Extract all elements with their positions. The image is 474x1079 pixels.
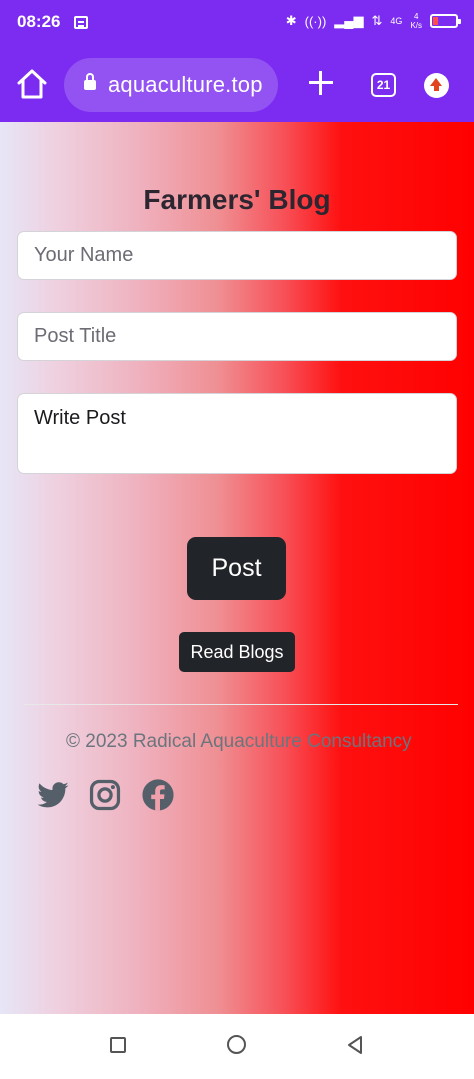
- signal-icon: ▂▄▆: [334, 13, 364, 28]
- address-bar[interactable]: aquaculture.top: [64, 58, 278, 112]
- browser-toolbar: aquaculture.top 21: [0, 56, 474, 114]
- recent-apps-icon[interactable]: [110, 1037, 126, 1053]
- battery-icon: [430, 14, 461, 28]
- net-speed: 4 K/s: [410, 12, 422, 30]
- read-blogs-button[interactable]: Read Blogs: [179, 632, 295, 672]
- home-icon[interactable]: [14, 66, 50, 102]
- facebook-icon[interactable]: [141, 778, 175, 812]
- footer-divider: [24, 704, 458, 705]
- home-nav-icon[interactable]: [227, 1035, 246, 1054]
- new-tab-icon[interactable]: [306, 68, 336, 98]
- network-type: 4G: [390, 16, 403, 26]
- bluetooth-icon: ✱: [285, 13, 297, 28]
- status-bar: 08:26 ✱ ((·)) ▂▄▆ ⇅ 4G 4 K/s: [0, 0, 474, 48]
- url-text: aquaculture.top: [108, 72, 263, 97]
- data-arrows-icon: ⇅: [371, 13, 383, 28]
- page-title: Farmers' Blog: [143, 184, 331, 215]
- post-title-input[interactable]: Post Title: [17, 312, 457, 361]
- back-icon[interactable]: [345, 1035, 365, 1055]
- status-time: 08:26: [17, 12, 61, 31]
- tab-switcher-button[interactable]: 21: [371, 73, 396, 97]
- android-nav-bar: [0, 1014, 474, 1079]
- blog-page: Farmers' Blog Your Name Post Title Write…: [0, 122, 474, 1014]
- hotspot-icon: ((·)): [304, 13, 327, 29]
- message-notification-icon: [74, 16, 88, 29]
- status-icons: ✱ ((·)) ▂▄▆ ⇅ 4G 4 K/s: [285, 12, 461, 30]
- browser-chrome: 08:26 ✱ ((·)) ▂▄▆ ⇅ 4G 4 K/s aquaculture…: [0, 0, 474, 122]
- copyright-text: © 2023 Radical Aquaculture Consultancy: [66, 731, 412, 752]
- net-speed-unit: K/s: [410, 21, 422, 30]
- post-textarea[interactable]: Write Post: [17, 393, 457, 474]
- instagram-icon[interactable]: [88, 778, 122, 812]
- name-input[interactable]: Your Name: [17, 231, 457, 280]
- update-icon[interactable]: [424, 73, 449, 98]
- post-button[interactable]: Post: [187, 537, 286, 600]
- twitter-icon[interactable]: [36, 778, 70, 812]
- net-speed-value: 4: [413, 12, 419, 21]
- lock-icon: [84, 73, 96, 90]
